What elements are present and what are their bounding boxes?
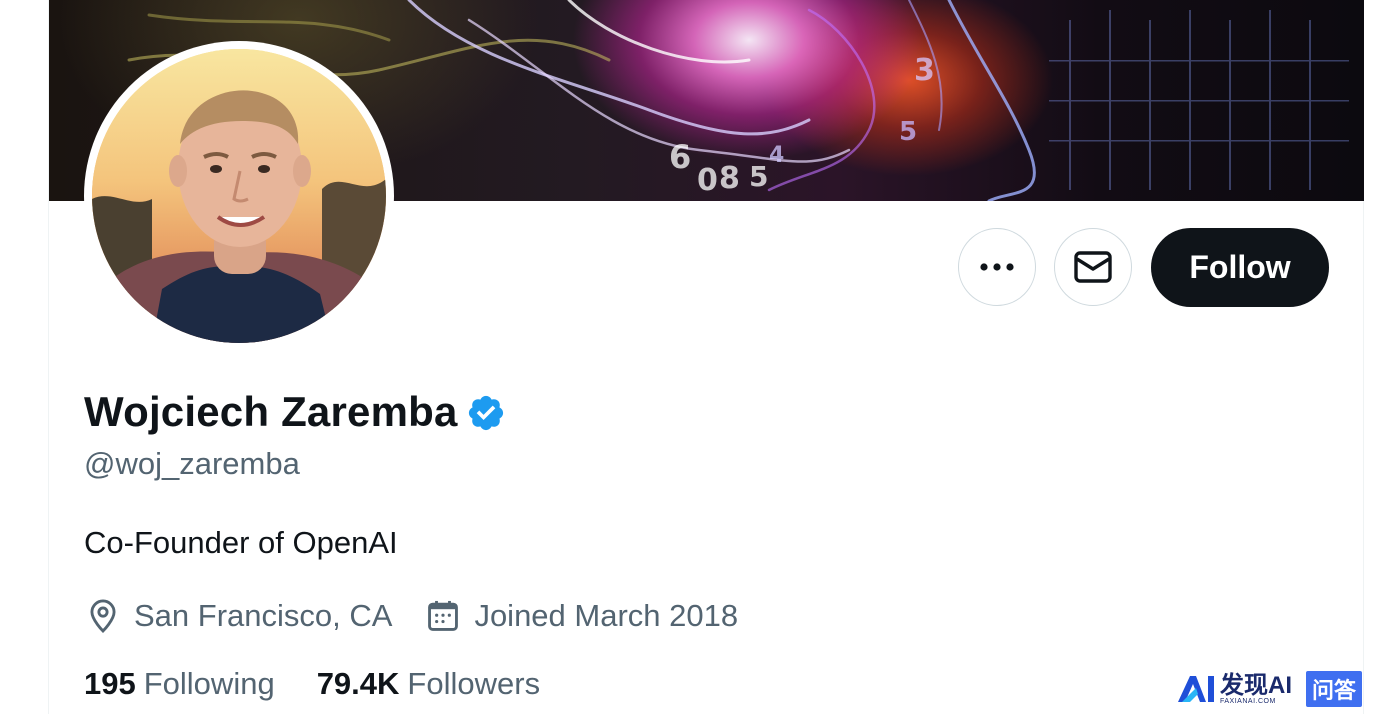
- svg-text:0: 0: [697, 163, 718, 198]
- profile-meta: San Francisco, CA Joined March 2018: [84, 596, 738, 636]
- following-link[interactable]: 195 Following: [84, 666, 275, 702]
- avatar-photo: [92, 49, 386, 343]
- avatar[interactable]: [92, 49, 386, 343]
- more-button[interactable]: [958, 228, 1036, 306]
- watermark-brand: 发现AI: [1220, 671, 1292, 699]
- followers-label: Followers: [407, 666, 541, 701]
- watermark-text: 发现AI FAXIANAI.COM: [1220, 671, 1292, 705]
- joined-item: Joined March 2018: [424, 597, 738, 635]
- follow-stats: 195 Following 79.4K Followers: [84, 664, 540, 704]
- watermark-tag: 问答: [1306, 671, 1363, 707]
- profile-page: 6 0 8 5 4 3 5 Follow Wojciech Zaremba @w…: [0, 0, 1392, 714]
- location-pin-icon: [90, 599, 116, 634]
- message-button[interactable]: [1054, 228, 1132, 306]
- followers-link[interactable]: 79.4K Followers: [317, 666, 540, 702]
- following-label: Following: [143, 666, 275, 701]
- watermark-logo: 发现AI FAXIANAI.COM: [1176, 671, 1292, 705]
- more-icon: [980, 263, 1014, 271]
- display-name: Wojciech Zaremba: [84, 388, 458, 435]
- watermark-brand-sub: FAXIANAI.COM: [1220, 697, 1276, 705]
- verified-badge-icon[interactable]: [466, 393, 506, 433]
- joined-text: Joined March 2018: [474, 598, 739, 633]
- handle: @woj_zaremba: [84, 446, 300, 481]
- svg-text:4: 4: [769, 143, 784, 168]
- svg-text:6: 6: [669, 138, 691, 176]
- calendar-icon: [428, 600, 459, 631]
- svg-text:5: 5: [899, 117, 917, 147]
- envelope-icon: [1074, 251, 1112, 283]
- location-item: San Francisco, CA: [84, 597, 392, 635]
- svg-text:8: 8: [719, 161, 740, 196]
- bio: Co-Founder of OpenAI: [84, 525, 398, 560]
- location-text: San Francisco, CA: [134, 598, 393, 633]
- watermark: 发现AI FAXIANAI.COM 问答: [1176, 671, 1363, 707]
- following-count: 195: [84, 666, 136, 701]
- name-row: Wojciech Zaremba: [84, 384, 506, 440]
- svg-text:3: 3: [914, 53, 935, 88]
- followers-count: 79.4K: [316, 666, 400, 701]
- svg-text:5: 5: [749, 160, 768, 193]
- follow-button[interactable]: Follow: [1151, 228, 1329, 307]
- ai-logo-icon: [1178, 676, 1214, 702]
